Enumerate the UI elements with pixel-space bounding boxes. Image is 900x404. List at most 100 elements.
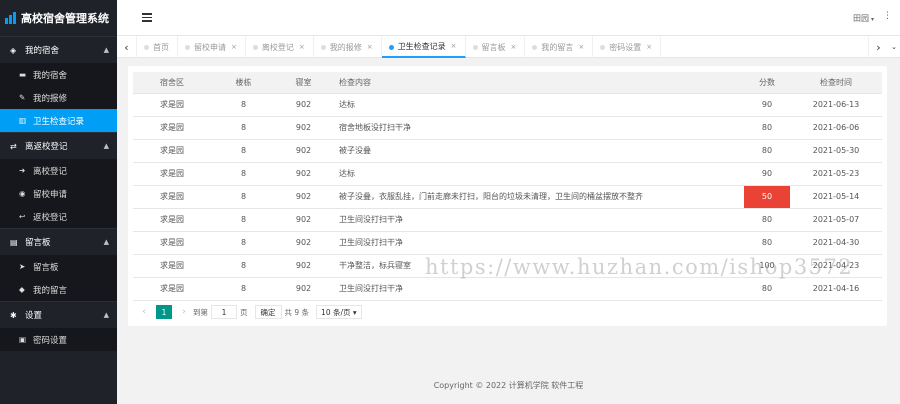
tab[interactable]: 我的报修 ×	[314, 36, 382, 58]
cell-building: 8	[211, 208, 276, 232]
col-score: 分数	[744, 72, 790, 94]
pager-prev[interactable]: ‹	[138, 307, 150, 317]
tab-label: 我的报修	[329, 42, 362, 52]
cell-building: 8	[211, 185, 276, 209]
sidebar-item-label: 留言板	[33, 262, 59, 273]
close-icon[interactable]: ×	[511, 43, 517, 51]
cell-score: 80	[744, 277, 790, 301]
cell-building: 8	[211, 93, 276, 117]
sidebar-item[interactable]: ➜ 离校登记	[0, 159, 117, 182]
pagination: ‹ 1 › 到第 1 页 确定 共 9 条 10 条/页 ▾	[138, 304, 362, 320]
cell-content: 达标	[331, 162, 744, 186]
close-icon[interactable]: ×	[646, 43, 652, 51]
close-icon[interactable]: ×	[231, 43, 237, 51]
pager-goto-label: 到第	[193, 307, 208, 317]
cell-content: 被子没叠	[331, 139, 744, 163]
more-icon[interactable]: ⋮	[883, 11, 892, 21]
table-row: 求是园 8 902 达标 90 2021-06-13	[133, 93, 882, 117]
sidebar-item-label: 我的报修	[33, 93, 68, 104]
wrench-icon: ✎	[19, 93, 26, 102]
col-content: 检查内容	[331, 72, 744, 94]
user-menu[interactable]: 田园 ▾	[853, 13, 874, 24]
table-row: 求是园 8 902 被子没叠 80 2021-05-30	[133, 139, 882, 163]
tab-prev-button[interactable]: ‹	[117, 36, 137, 58]
cell-score: 80	[744, 139, 790, 163]
submenu: ▣ 密码设置	[0, 328, 117, 351]
tab[interactable]: 留言板 ×	[466, 36, 526, 58]
sidebar-item[interactable]: ➤ 留言板	[0, 255, 117, 278]
table-row: 求是园 8 902 达标 90 2021-05-23	[133, 162, 882, 186]
chevron-up-icon: ▲	[103, 142, 109, 150]
cell-time: 2021-05-07	[790, 208, 882, 232]
sidebar-item[interactable]: ▥ 卫生检查记录	[0, 109, 117, 132]
cell-time: 2021-04-30	[790, 231, 882, 255]
close-icon[interactable]: ×	[578, 43, 584, 51]
user-name: 田园	[852, 14, 869, 23]
sidebar-item[interactable]: ◉ 留校申请	[0, 182, 117, 205]
tab-next-button[interactable]: ›	[868, 36, 888, 58]
tab-dot-icon	[532, 45, 538, 50]
sidebar-item[interactable]: ▣ 密码设置	[0, 328, 117, 351]
tab[interactable]: 留校申请 ×	[178, 36, 246, 58]
close-icon[interactable]: ×	[299, 43, 305, 51]
menu-group-title[interactable]: ✱ 设置 ▲	[0, 301, 117, 328]
lock-icon: ▣	[19, 335, 27, 344]
tab[interactable]: 离校登记 ×	[246, 36, 314, 58]
app-title: 高校宿舍管理系统	[21, 12, 109, 25]
tab-dropdown-button[interactable]: ⌄	[888, 36, 900, 58]
cell-dorm-area: 求是园	[133, 254, 211, 278]
menu-group-title[interactable]: ◈ 我的宿舍 ▲	[0, 36, 117, 63]
sidebar-item[interactable]: ↩ 返校登记	[0, 205, 117, 228]
close-icon[interactable]: ×	[451, 42, 457, 50]
tab-bar: ‹ 首页 留校申请 × 离校登记 × 我的报修 × 卫生检查记录 × 留言板 × 我的留言 × 密码设置 ×…	[117, 36, 900, 58]
sidebar-item-label: 密码设置	[33, 335, 68, 346]
close-icon[interactable]: ×	[367, 43, 373, 51]
tab-list: 首页 留校申请 × 离校登记 × 我的报修 × 卫生检查记录 × 留言板 × 我的留言 × 密码设置 ×	[137, 36, 662, 58]
pager-confirm-button[interactable]: 确定	[254, 305, 282, 319]
sidebar-item-label: 离校登记	[33, 166, 68, 177]
col-room: 寝室	[276, 72, 331, 94]
cell-room: 902	[276, 93, 331, 117]
pager-size-select[interactable]: 10 条/页 ▾	[316, 305, 362, 319]
cell-room: 902	[276, 208, 331, 232]
tab[interactable]: 密码设置 ×	[593, 36, 662, 58]
menu-group-title[interactable]: ▤ 留言板 ▲	[0, 228, 117, 255]
sign-out-icon: ➜	[19, 166, 26, 175]
reply-icon: ↩	[19, 212, 26, 221]
cell-dorm-area: 求是园	[133, 185, 211, 209]
cell-dorm-area: 求是园	[133, 208, 211, 232]
cell-time: 2021-06-06	[790, 116, 882, 140]
cell-content: 卫生间没打扫干净	[331, 208, 744, 232]
tab[interactable]: 卫生检查记录 ×	[381, 36, 466, 58]
table-row: 求是园 8 902 被子没叠，衣服乱挂，门前走廊未打扫，阳台的垃圾未清理，卫生间的桶盆…	[133, 185, 882, 209]
tab-dot-icon	[185, 45, 190, 50]
cell-room: 902	[276, 116, 331, 140]
cell-building: 8	[211, 254, 276, 278]
table-row: 求是园 8 902 卫生间没打扫干净 80 2021-05-07	[133, 208, 882, 232]
tab-label: 卫生检查记录	[397, 41, 446, 51]
cell-building: 8	[211, 139, 276, 163]
pager-goto-input[interactable]: 1	[211, 305, 237, 319]
menu-group-label: 留言板	[25, 238, 51, 248]
menu-icon[interactable]	[142, 13, 152, 22]
cell-room: 902	[276, 139, 331, 163]
cell-dorm-area: 求是园	[133, 162, 211, 186]
footer: Copyright © 2022 计算机学院 软件工程	[433, 381, 584, 390]
pager-current-page[interactable]: 1	[156, 305, 172, 319]
sidebar-item[interactable]: ✎ 我的报修	[0, 86, 117, 109]
menu-group-title[interactable]: ⇄ 离返校登记 ▲	[0, 132, 117, 159]
cell-score: 50	[744, 185, 790, 209]
tab[interactable]: 首页	[137, 36, 178, 58]
cell-score: 80	[744, 116, 790, 140]
cube-icon: ◈	[10, 45, 17, 55]
cell-room: 902	[276, 277, 331, 301]
sidebar-item[interactable]: ◆ 我的留言	[0, 278, 117, 301]
cell-time: 2021-05-14	[790, 185, 882, 209]
chevron-up-icon: ▲	[103, 238, 109, 246]
sidebar-item[interactable]: ▬ 我的宿舍	[0, 63, 117, 86]
sidebar-menu: ◈ 我的宿舍 ▲ ▬ 我的宿舍 ✎ 我的报修 ▥ 卫生检查记录 ⇄ 离返校登记 ▲ ➜ 离校登记 ◉ 留校申请…	[0, 36, 117, 351]
tab[interactable]: 我的留言 ×	[525, 36, 594, 58]
tab-dot-icon	[472, 45, 478, 50]
pager-next[interactable]: ›	[178, 307, 190, 317]
cell-time: 2021-05-23	[790, 162, 882, 186]
